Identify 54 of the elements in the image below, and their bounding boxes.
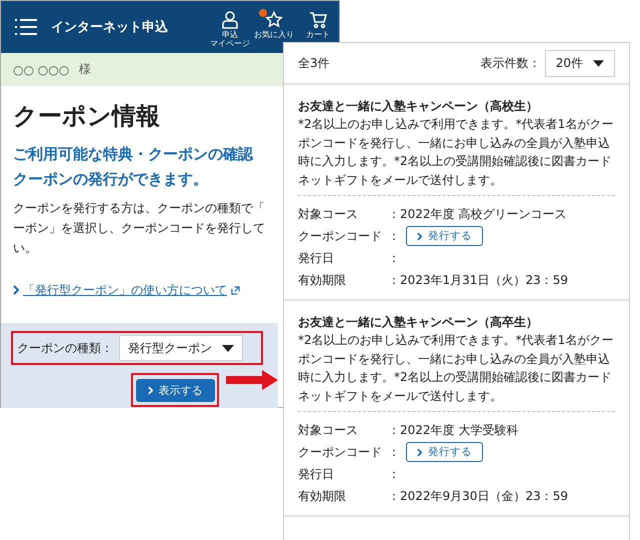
chevron-icon — [148, 386, 152, 394]
menu-icon[interactable] — [15, 18, 37, 36]
cart-icon — [309, 11, 327, 29]
coupon-note: *2名以上のお申し込みで利用できます。*代表者1名がクーポンコードを発行し、一緒にお申し込みの全員が入塾申込時に入力します。*2名以上の受講開始確認後に図書カードネットギフトをメールで送付します。 — [298, 332, 614, 404]
user-suffix: 様 — [79, 61, 92, 78]
coupon-title: お友達と一緒に入塾キャンペーン（高校生） — [298, 98, 539, 115]
field-value: ：2023年1月31日（火）23：59 — [388, 272, 568, 288]
issue-button[interactable]: 発行する — [406, 442, 483, 462]
issue-button[interactable]: 発行する — [406, 226, 483, 246]
header-action[interactable]: 申込 マイページ — [209, 10, 251, 48]
action-label: 申込 — [222, 30, 238, 39]
site-title: インターネット申込 — [51, 18, 168, 36]
coupon-type-select[interactable]: 発行型クーポン — [119, 335, 243, 361]
field-value: ： — [388, 466, 400, 482]
action-label: カート — [306, 30, 330, 39]
field-value: ：2022年9月30日（金）23：59 — [388, 488, 568, 504]
field-label: 有効期限 — [298, 272, 347, 288]
external-link-icon — [231, 286, 240, 294]
page-title: クーポン情報 — [13, 101, 161, 132]
caret-icon — [593, 60, 604, 66]
action-label: マイページ — [210, 39, 250, 48]
field-label: 発行日 — [298, 250, 335, 266]
field-label: クーポンコード — [298, 228, 383, 244]
field-separator: ： — [388, 228, 400, 244]
chevron-icon — [417, 448, 422, 456]
coupon-title: お友達と一緒に入塾キャンペーン（高卒生） — [298, 314, 539, 331]
field-separator: ： — [388, 444, 400, 460]
per-page-label: 表示件数： — [480, 54, 541, 72]
field-label: 有効期限 — [298, 488, 347, 504]
show-button[interactable]: 表示する — [136, 378, 214, 402]
field-value: ：2022年度 高校グリーンコース — [388, 206, 566, 222]
lead-text: ご利用可能な特典・クーポンの確認クーポンの発行ができます。 — [13, 144, 254, 190]
person-icon — [222, 11, 238, 29]
result-count: 全3件 — [298, 54, 330, 72]
filter-label: クーポンの種類： — [17, 340, 113, 356]
field-label: 対象コース — [298, 206, 359, 222]
header-action[interactable]: お気に入り — [253, 10, 295, 39]
chevron-icon — [13, 285, 19, 295]
field-value: ：2022年度 大学受験科 — [388, 422, 518, 438]
caret-icon — [222, 344, 234, 352]
coupon-note: *2名以上のお申し込みで利用できます。*代表者1名がクーポンコードを発行し、一緒にお申し込みの全員が入塾申込時に入力します。*2名以上の受講開始確認後に図書カードネットギフトをメールで送付します。 — [298, 116, 614, 188]
header-action[interactable]: カート — [297, 10, 339, 39]
description-text: クーポンを発行する方は、クーポンの種類で「ーボン」を選択し、クーポンコードを発行してい。 — [13, 200, 266, 257]
arrow-icon — [226, 370, 278, 390]
chevron-icon — [417, 232, 422, 240]
action-label: お気に入り — [254, 30, 294, 39]
guide-link[interactable]: 「発行型クーポン」の使い方について — [13, 282, 240, 298]
field-label: クーポンコード — [298, 444, 383, 460]
star-icon — [265, 11, 283, 29]
user-name: ○○ ○○○ — [13, 62, 70, 76]
field-label: 発行日 — [298, 466, 335, 482]
field-label: 対象コース — [298, 422, 359, 438]
per-page-select[interactable]: 20件 — [544, 50, 615, 76]
field-value: ： — [388, 250, 400, 266]
